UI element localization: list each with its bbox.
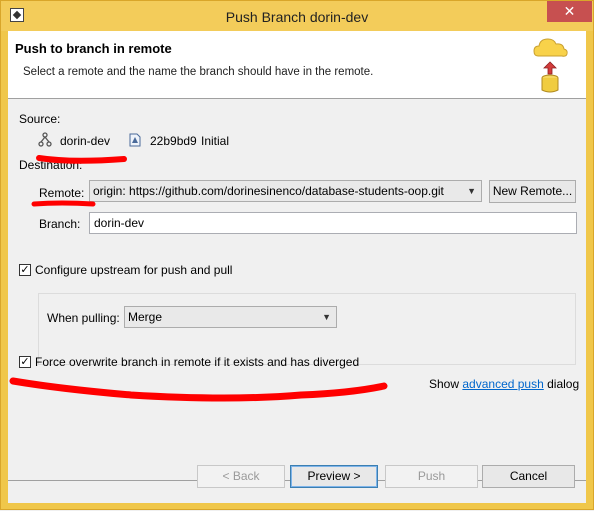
chevron-down-icon: ▼ bbox=[322, 312, 331, 322]
push-branch-dialog: Push Branch dorin-dev ✕ Push to branch i… bbox=[0, 0, 594, 510]
source-commit-id: 22b9bd9 bbox=[150, 134, 197, 148]
advanced-prefix: Show bbox=[429, 377, 460, 391]
branch-label: Branch: bbox=[39, 217, 81, 231]
source-label: Source: bbox=[19, 112, 61, 126]
preview-button[interactable]: Preview > bbox=[290, 465, 378, 488]
branch-name-input[interactable]: dorin-dev bbox=[89, 212, 577, 234]
source-commit-message: Initial bbox=[201, 134, 230, 148]
dialog-body: Push to branch in remote Select a remote… bbox=[8, 31, 586, 503]
remote-label: Remote: bbox=[39, 186, 85, 200]
header-banner: Push to branch in remote Select a remote… bbox=[8, 31, 586, 99]
force-overwrite-label: Force overwrite branch in remote if it e… bbox=[35, 355, 360, 369]
title-bar[interactable]: Push Branch dorin-dev ✕ bbox=[1, 1, 593, 31]
commit-icon bbox=[129, 133, 141, 147]
configure-upstream-label: Configure upstream for push and pull bbox=[35, 263, 233, 277]
advanced-suffix: dialog bbox=[547, 377, 580, 391]
new-remote-button[interactable]: New Remote... bbox=[489, 180, 576, 203]
page-description: Select a remote and the name the branch … bbox=[23, 66, 374, 78]
destination-label: Destination: bbox=[19, 158, 83, 172]
remote-select[interactable]: origin: https://github.com/dorinesinenco… bbox=[89, 180, 482, 202]
chevron-down-icon: ▼ bbox=[467, 186, 476, 196]
window-title: Push Branch dorin-dev bbox=[225, 9, 369, 25]
branch-icon bbox=[38, 132, 52, 147]
remote-select-value: origin: https://github.com/dorinesinenco… bbox=[93, 184, 444, 198]
force-overwrite-checkbox[interactable]: ✓ bbox=[19, 356, 31, 368]
cancel-button[interactable]: Cancel bbox=[482, 465, 575, 488]
close-button[interactable]: ✕ bbox=[547, 1, 592, 22]
when-pulling-label: When pulling: bbox=[47, 311, 120, 325]
when-pulling-value: Merge bbox=[128, 310, 163, 324]
source-branch-name: dorin-dev bbox=[60, 134, 111, 148]
advanced-push-text: Show advanced push dialog bbox=[429, 377, 579, 391]
configure-upstream-checkbox[interactable]: ✓ bbox=[19, 264, 31, 276]
back-button[interactable]: < Back bbox=[197, 465, 285, 488]
when-pulling-select[interactable]: Merge ▼ bbox=[124, 306, 337, 328]
advanced-push-link[interactable]: advanced push bbox=[462, 377, 543, 391]
page-title: Push to branch in remote bbox=[15, 41, 172, 56]
push-button[interactable]: Push bbox=[385, 465, 478, 488]
cloud-upload-database-icon bbox=[533, 38, 568, 93]
